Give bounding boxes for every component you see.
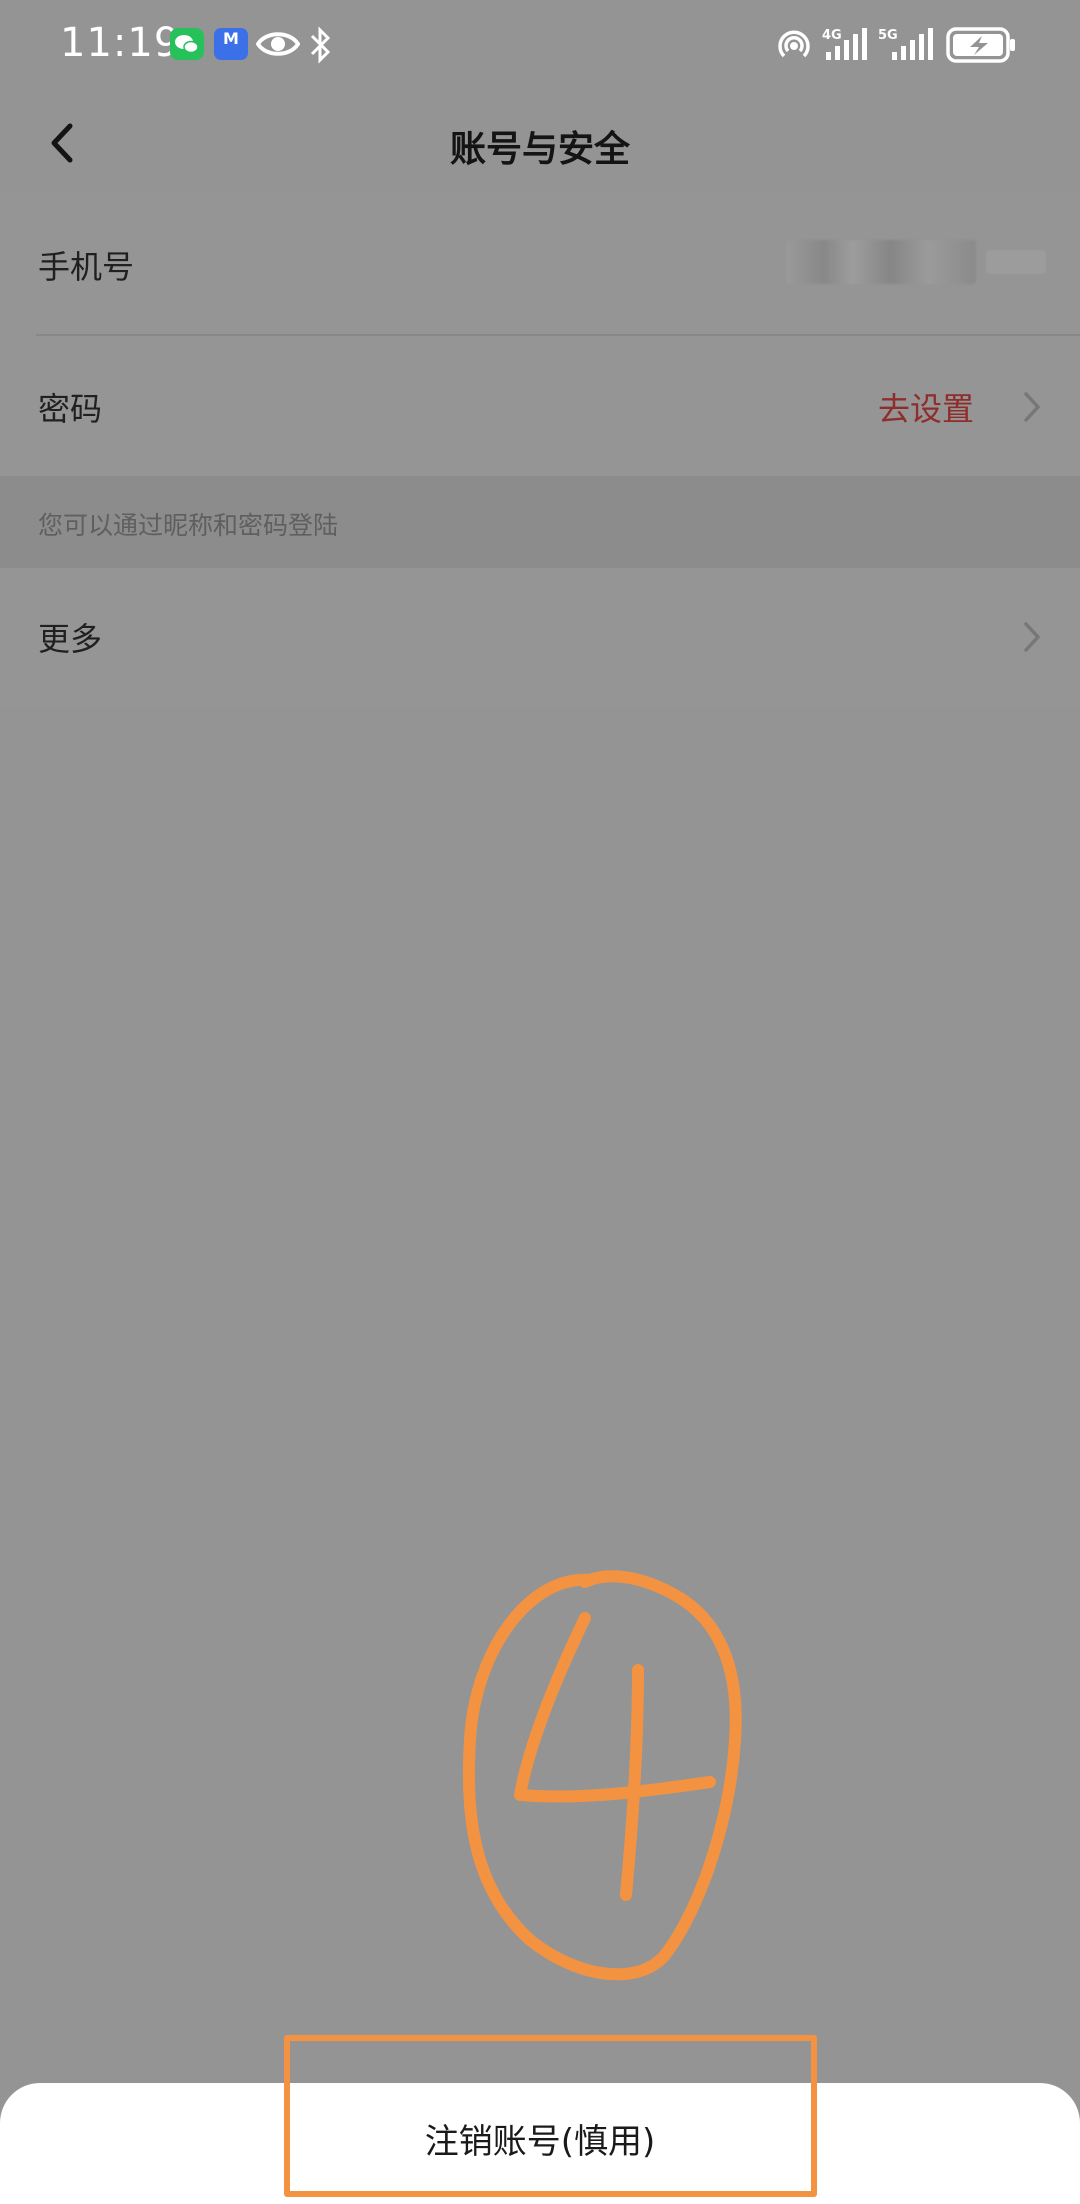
- chevron-right-icon: [1022, 620, 1042, 654]
- password-label: 密码: [38, 390, 103, 428]
- annotation-circled-number: 4: [450, 1560, 742, 1981]
- bluetooth-icon: [308, 26, 332, 68]
- annotation-highlight-box: [284, 2035, 817, 2197]
- signal-4g-icon: 4G: [822, 26, 870, 68]
- hint-section: 您可以通过昵称和密码登陆: [0, 476, 1080, 568]
- signal-5g-icon: 5G: [878, 26, 936, 68]
- battery-charging-icon: [946, 26, 1018, 68]
- navigation-header: 账号与安全: [0, 92, 1080, 192]
- eye-icon: [255, 27, 301, 65]
- page-title: 账号与安全: [449, 129, 630, 170]
- phone-value-blurred: [786, 240, 976, 284]
- hotspot-icon: [774, 26, 814, 68]
- set-password-link[interactable]: 去设置: [878, 384, 974, 430]
- phone-value-blurred-tail: [986, 250, 1046, 274]
- chevron-right-icon: [1022, 390, 1042, 424]
- phone-label: 手机号: [38, 248, 135, 286]
- status-bar: 11:19 M 4G 5G: [0, 0, 1080, 92]
- app-m-icon: M: [214, 28, 248, 60]
- svg-text:4G: 4G: [822, 28, 842, 43]
- phone-row[interactable]: 手机号: [0, 192, 1080, 335]
- login-hint: 您可以通过昵称和密码登陆: [38, 511, 339, 540]
- status-time: 11:19: [60, 20, 181, 66]
- more-row[interactable]: 更多: [0, 568, 1080, 706]
- wechat-icon: [170, 28, 204, 60]
- svg-text:4: 4: [450, 1560, 451, 1561]
- password-row[interactable]: 密码 去设置: [0, 336, 1080, 476]
- svg-text:5G: 5G: [878, 28, 898, 43]
- more-label: 更多: [38, 620, 103, 658]
